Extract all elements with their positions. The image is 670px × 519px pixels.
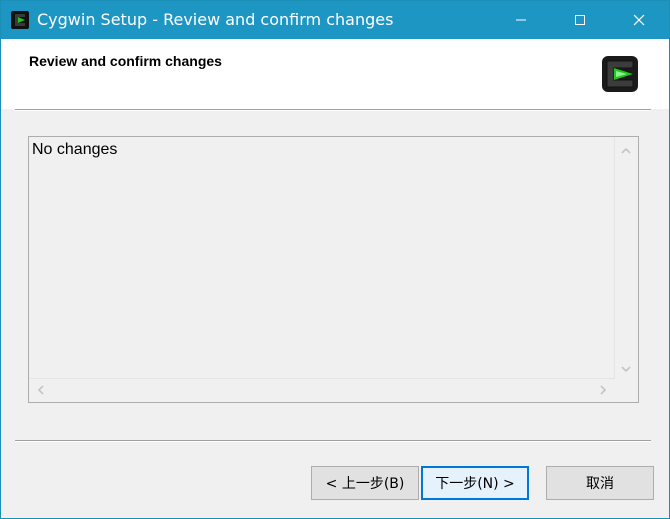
changes-text: No changes xyxy=(32,141,118,158)
scroll-right-icon[interactable] xyxy=(599,385,607,397)
footer-separator xyxy=(15,440,651,442)
horizontal-scrollbar[interactable] xyxy=(29,378,615,402)
minimize-button[interactable] xyxy=(498,1,544,39)
vertical-scrollbar[interactable] xyxy=(614,137,638,380)
title-bar[interactable]: Cygwin Setup - Review and confirm change… xyxy=(1,1,669,39)
cygwin-logo xyxy=(599,53,641,95)
back-button[interactable]: < 上一步(B) xyxy=(311,466,419,500)
window-title: Cygwin Setup - Review and confirm change… xyxy=(37,10,394,29)
page-header: Review and confirm changes xyxy=(1,39,669,109)
header-separator xyxy=(15,109,651,111)
changes-textbox[interactable]: No changes xyxy=(28,136,639,403)
scroll-corner xyxy=(615,379,638,402)
close-button[interactable] xyxy=(616,1,662,39)
minimize-icon xyxy=(515,11,527,30)
scroll-up-icon[interactable] xyxy=(621,145,631,157)
maximize-button[interactable] xyxy=(557,1,603,39)
page-title: Review and confirm changes xyxy=(29,53,222,69)
setup-window: Cygwin Setup - Review and confirm change… xyxy=(0,0,670,519)
next-button[interactable]: 下一步(N) > xyxy=(421,466,529,500)
cancel-button[interactable]: 取消 xyxy=(546,466,654,500)
scroll-down-icon[interactable] xyxy=(621,363,631,375)
maximize-icon xyxy=(574,11,586,30)
close-icon xyxy=(633,11,645,30)
scroll-left-icon[interactable] xyxy=(37,385,45,397)
cygwin-icon[interactable] xyxy=(10,10,30,30)
